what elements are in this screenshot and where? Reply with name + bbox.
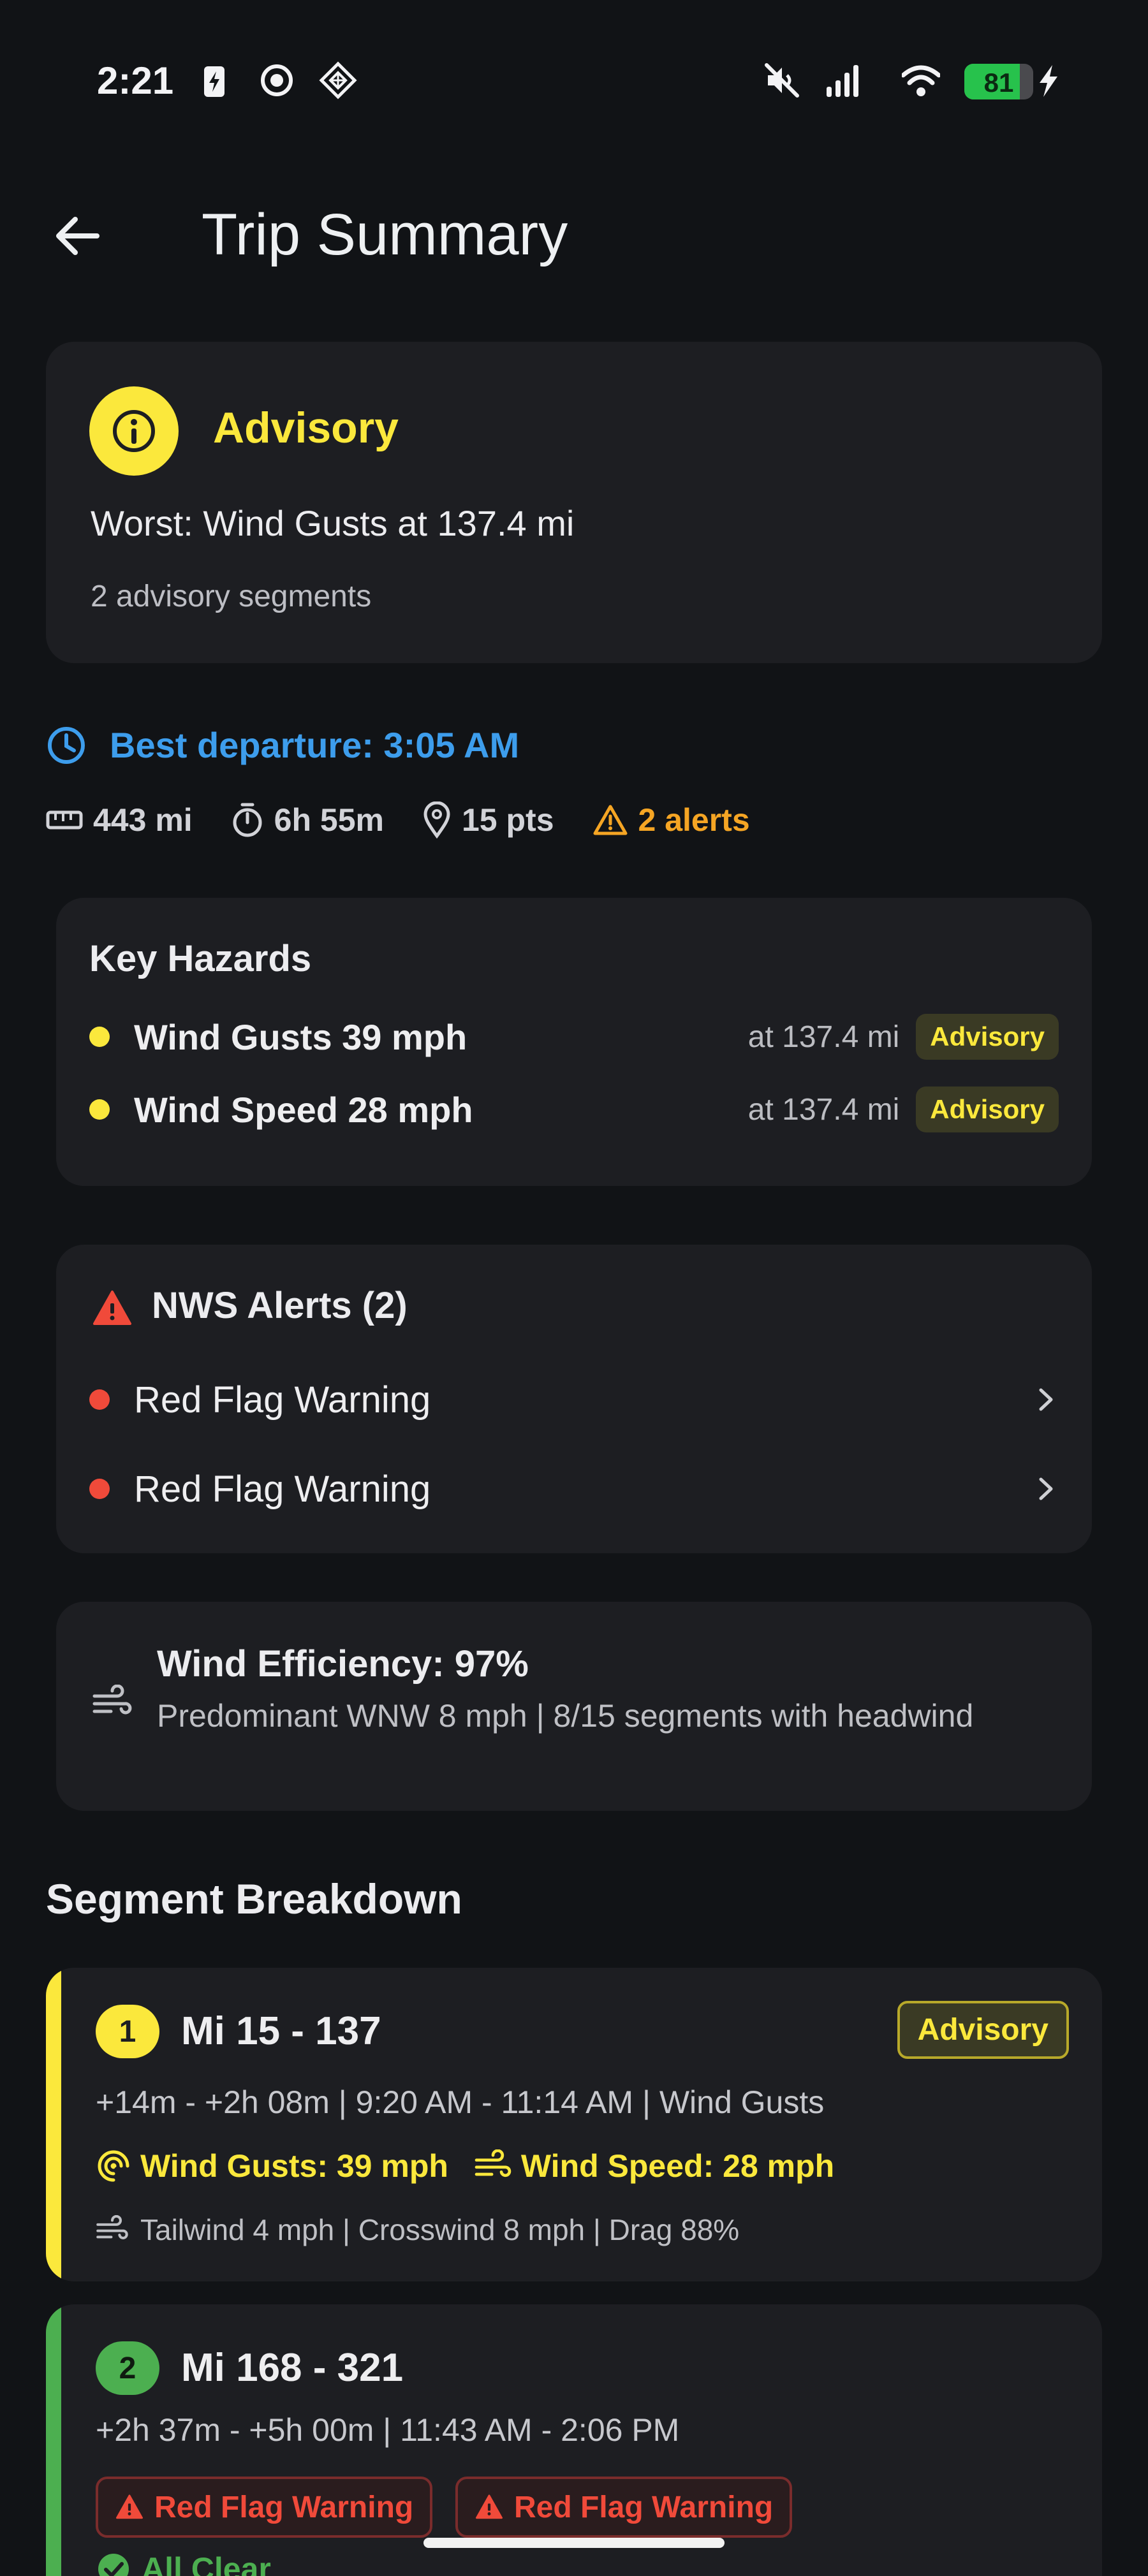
nws-alert-item[interactable]: Red Flag Warning bbox=[89, 1460, 1059, 1518]
wifi-icon bbox=[902, 65, 940, 96]
record-icon bbox=[261, 64, 293, 96]
warning-filled-icon bbox=[476, 2494, 503, 2519]
wind-efficiency-detail: Predominant WNW 8 mph | 8/15 segments wi… bbox=[157, 1698, 974, 1734]
segment-alert-chip[interactable]: Red Flag Warning bbox=[455, 2477, 793, 2538]
back-button[interactable] bbox=[46, 204, 110, 268]
timer-icon bbox=[233, 803, 262, 837]
charging-icon bbox=[1040, 65, 1057, 97]
advisory-title: Advisory bbox=[213, 404, 399, 452]
nws-alerts-card: NWS Alerts (2) Red Flag Warning Red Flag… bbox=[56, 1245, 1092, 1553]
segment-card[interactable]: 1 Mi 15 - 137 Advisory +14m - +2h 08m | … bbox=[46, 1968, 1102, 2281]
segment-meta: +14m - +2h 08m | 9:20 AM - 11:14 AM | Wi… bbox=[96, 2084, 825, 2120]
chevron-right-icon bbox=[1039, 1388, 1053, 1411]
home-indicator[interactable] bbox=[423, 2538, 725, 2548]
trip-stats: 443 mi 6h 55m 15 pts 2 alerts bbox=[46, 800, 788, 840]
segment-number: 2 bbox=[96, 2341, 159, 2395]
arrow-left-icon bbox=[56, 217, 99, 255]
hazard-badge: Advisory bbox=[916, 1014, 1059, 1060]
trip-summary-screen: 2:21 81 Trip Summary Advisory Worst: Win… bbox=[0, 0, 1148, 2576]
stat-points-value: 15 pts bbox=[462, 802, 554, 838]
segment-card[interactable]: 2 Mi 168 - 321 +2h 37m - +5h 00m | 11:43… bbox=[46, 2304, 1102, 2576]
stat-alerts[interactable]: 2 alerts bbox=[592, 801, 750, 838]
segment-number: 1 bbox=[96, 2005, 159, 2058]
battery-icon: 81 bbox=[964, 64, 1033, 99]
wind-icon bbox=[475, 2149, 511, 2177]
nws-alerts-title: NWS Alerts (2) bbox=[152, 1285, 408, 1326]
key-hazards-card: Key Hazards Wind Gusts 39 mph at 137.4 m… bbox=[56, 898, 1092, 1186]
wind-efficiency-title: Wind Efficiency: 97% bbox=[157, 1643, 529, 1685]
advisory-segment-count: 2 advisory segments bbox=[91, 580, 372, 613]
warning-filled-icon bbox=[116, 2494, 143, 2519]
segment-hazard-label: Wind Speed: 28 mph bbox=[520, 2148, 835, 2184]
warning-icon bbox=[593, 805, 628, 835]
segment-meta: +2h 37m - +5h 00m | 11:43 AM - 2:06 PM bbox=[96, 2412, 680, 2448]
segment-wind-text: Tailwind 4 mph | Crosswind 8 mph | Drag … bbox=[140, 2213, 740, 2246]
charging-bolt-icon bbox=[204, 66, 224, 97]
hazard-name: Wind Speed 28 mph bbox=[134, 1089, 473, 1130]
segment-accent-bar bbox=[46, 1968, 61, 2281]
segment-range: Mi 15 - 137 bbox=[181, 2009, 381, 2053]
status-bar: 2:21 81 bbox=[0, 0, 1148, 153]
alert-dot bbox=[89, 1479, 110, 1499]
chevron-right-icon bbox=[1039, 1477, 1053, 1500]
advisory-card: Advisory Worst: Wind Gusts at 137.4 mi 2… bbox=[46, 342, 1102, 663]
stat-distance-value: 443 mi bbox=[93, 802, 193, 838]
info-icon bbox=[113, 410, 155, 452]
stat-distance: 443 mi bbox=[46, 801, 193, 838]
hazard-location: at 137.4 mi bbox=[747, 1020, 900, 1054]
segment-all-clear-label: All Clear bbox=[142, 2551, 271, 2576]
stat-duration: 6h 55m bbox=[231, 801, 384, 838]
key-hazards-title: Key Hazards bbox=[89, 938, 312, 979]
mute-icon bbox=[765, 63, 799, 98]
hazard-dot bbox=[89, 1027, 110, 1047]
wind-efficiency-card: Wind Efficiency: 97% Predominant WNW 8 m… bbox=[56, 1602, 1092, 1811]
warning-filled-icon bbox=[93, 1291, 131, 1325]
hazard-item: Wind Speed 28 mph at 137.4 mi Advisory bbox=[89, 1084, 1059, 1135]
stat-points: 15 pts bbox=[422, 801, 554, 838]
segment-range: Mi 168 - 321 bbox=[181, 2346, 404, 2390]
clock-icon bbox=[48, 726, 85, 764]
signal-icon bbox=[827, 65, 858, 97]
status-time: 2:21 bbox=[97, 59, 174, 102]
segment-hazards: Wind Gusts: 39 mph Wind Speed: 28 mph bbox=[96, 2148, 860, 2184]
best-departure-text: Best departure: 3:05 AM bbox=[110, 725, 520, 765]
segment-hazard-label: Wind Gusts: 39 mph bbox=[140, 2148, 448, 2184]
hazard-dot bbox=[89, 1099, 110, 1120]
gust-icon bbox=[98, 2150, 129, 2182]
hazard-item: Wind Gusts 39 mph at 137.4 mi Advisory bbox=[89, 1011, 1059, 1062]
check-circle-icon bbox=[98, 2554, 129, 2576]
nws-alert-name: Red Flag Warning bbox=[134, 1468, 431, 1510]
segment-alert-label: Red Flag Warning bbox=[514, 2490, 774, 2524]
hazard-location: at 137.4 mi bbox=[747, 1092, 900, 1127]
wind-icon bbox=[96, 2215, 128, 2239]
location-pin-icon bbox=[423, 801, 450, 838]
diamond-grid-icon bbox=[319, 61, 357, 99]
segment-alert-chip[interactable]: Red Flag Warning bbox=[96, 2477, 433, 2538]
segment-status-badge: Advisory bbox=[897, 2001, 1069, 2059]
segment-wind: Tailwind 4 mph | Crosswind 8 mph | Drag … bbox=[96, 2213, 739, 2247]
segment-alert-label: Red Flag Warning bbox=[154, 2490, 414, 2524]
alert-dot bbox=[89, 1389, 110, 1410]
nws-alert-name: Red Flag Warning bbox=[134, 1379, 431, 1421]
stat-alerts-value: 2 alerts bbox=[638, 802, 750, 838]
page-title: Trip Summary bbox=[202, 202, 568, 267]
hazard-badge: Advisory bbox=[916, 1087, 1059, 1132]
advisory-worst: Worst: Wind Gusts at 137.4 mi bbox=[91, 503, 575, 543]
segment-hazard: Wind Speed: 28 mph bbox=[474, 2148, 834, 2184]
segment-all-clear: All Clear bbox=[96, 2550, 271, 2576]
segment-accent-bar bbox=[46, 2304, 61, 2576]
advisory-badge bbox=[89, 386, 179, 476]
wind-icon bbox=[92, 1685, 132, 1715]
stat-duration-value: 6h 55m bbox=[274, 802, 384, 838]
hazard-name: Wind Gusts 39 mph bbox=[134, 1016, 467, 1057]
nws-alert-item[interactable]: Red Flag Warning bbox=[89, 1371, 1059, 1428]
battery-level: 81 bbox=[983, 68, 1014, 98]
ruler-icon bbox=[46, 810, 83, 830]
best-departure[interactable]: Best departure: 3:05 AM bbox=[46, 724, 519, 766]
segment-hazard: Wind Gusts: 39 mph bbox=[96, 2148, 448, 2184]
segment-breakdown-title: Segment Breakdown bbox=[46, 1875, 462, 1922]
